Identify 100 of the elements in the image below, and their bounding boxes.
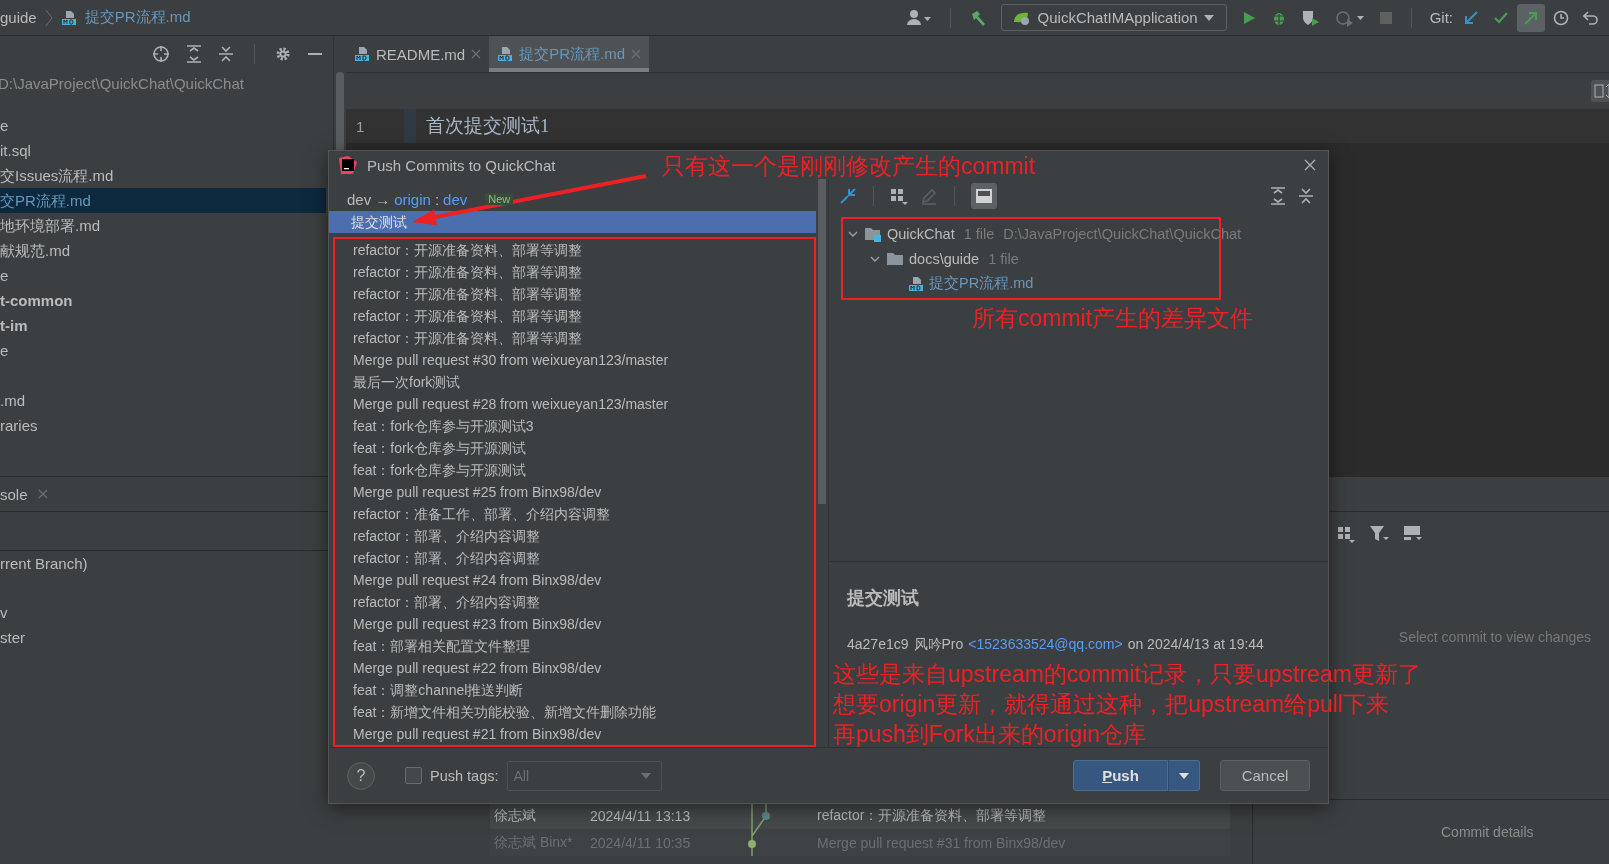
- preview-icon[interactable]: [1403, 525, 1423, 543]
- help-button[interactable]: ?: [347, 761, 375, 790]
- commit-title: 提交测试: [847, 587, 920, 611]
- section-title: Commit details: [1440, 823, 1535, 840]
- log-row[interactable]: 徐志斌 2024/4/11 13:13 refactor：开源准备资料、部署等调整: [490, 802, 1230, 829]
- user-icon[interactable]: [905, 8, 932, 27]
- separator-glyph: :: [434, 190, 440, 208]
- split-view-icon[interactable]: [1591, 80, 1609, 102]
- commit-row[interactable]: refactor：部署、介绍内容调整: [335, 525, 814, 548]
- file-count: 1 file: [963, 225, 995, 242]
- locate-icon[interactable]: [152, 45, 170, 63]
- caret-icon: [1179, 772, 1189, 779]
- commit-row[interactable]: refactor：开源准备资料、部署等调整: [335, 327, 814, 350]
- shield-run-icon[interactable]: [1300, 8, 1321, 27]
- filter-icon[interactable]: [1369, 525, 1389, 543]
- commit-row[interactable]: refactor：部署、介绍内容调整: [335, 547, 814, 570]
- tree-item[interactable]: 地环境部署.md: [0, 213, 326, 238]
- commit-row[interactable]: 提交测试: [329, 211, 816, 234]
- tree-item[interactable]: 交PR流程.md: [0, 188, 326, 213]
- commit-row[interactable]: refactor：部署、介绍内容调整: [335, 591, 814, 614]
- scrollbar-thumb[interactable]: [818, 179, 826, 505]
- commit-row[interactable]: refactor：准备工作、部署、介绍内容调整: [335, 503, 814, 526]
- close-icon[interactable]: [1304, 159, 1316, 172]
- scrollbar-thumb[interactable]: [336, 72, 344, 152]
- commit-row[interactable]: feat：fork仓库参与开源测试: [335, 459, 814, 482]
- commit-row[interactable]: feat：fork仓库参与开源测试3: [335, 415, 814, 438]
- close-icon[interactable]: [37, 489, 48, 499]
- commit-row[interactable]: Merge pull request #24 from Binx98/dev: [335, 569, 814, 592]
- cancel-button[interactable]: Cancel: [1220, 760, 1310, 792]
- down-left-arrow-icon[interactable]: [1463, 9, 1479, 26]
- group-by-icon[interactable]: [890, 187, 908, 206]
- tree-node-label[interactable]: docs\guide: [909, 250, 980, 267]
- commit-row[interactable]: refactor：开源准备资料、部署等调整: [335, 239, 814, 262]
- checkbox-label[interactable]: Push tags:: [430, 767, 499, 784]
- expand-all-icon[interactable]: [1270, 187, 1286, 206]
- commit-row[interactable]: feat：调整channel推送判断: [335, 679, 814, 702]
- log-message: refactor：开源准备资料、部署等调整: [817, 806, 1047, 825]
- collapse-all-icon[interactable]: [1298, 187, 1314, 206]
- collapse-all-icon[interactable]: [218, 45, 234, 63]
- settings-icon[interactable]: [275, 46, 291, 62]
- commit-row[interactable]: feat：部署相关配置文件整理: [335, 635, 814, 658]
- file-count: 1 file: [988, 250, 1019, 267]
- tree-item[interactable]: e: [0, 113, 326, 138]
- commit-author: 风吟Pro: [913, 636, 964, 655]
- markdown-file-icon: [60, 9, 77, 26]
- close-icon[interactable]: [471, 49, 482, 59]
- breadcrumb-item[interactable]: 提交PR流程.md: [84, 8, 191, 27]
- preview-toggle[interactable]: [971, 183, 997, 210]
- markdown-file-icon: [497, 46, 514, 62]
- run-configuration-dropdown[interactable]: QuickChatIMApplication: [1000, 4, 1227, 31]
- annotation-text: 这些是来自upstream的commit记录，只要upstream更新了: [833, 660, 1421, 689]
- author-email-link[interactable]: <1523633524@qq.com>: [968, 636, 1123, 655]
- commit-row[interactable]: Merge pull request #25 from Binx98/dev: [335, 481, 814, 504]
- commit-row[interactable]: refactor：开源准备资料、部署等调整: [335, 305, 814, 328]
- commit-row[interactable]: Merge pull request #21 from Binx98/dev: [335, 723, 814, 746]
- chevron-separator-icon: [44, 7, 53, 28]
- annotation-text: 想要origin更新，就得通过这种，把upstream给pull下来: [833, 690, 1390, 719]
- tree-item[interactable]: t-common: [0, 288, 326, 313]
- push-button[interactable]: [1517, 3, 1545, 32]
- tree-item[interactable]: t-im: [0, 313, 326, 338]
- tree-item[interactable]: it.sql: [0, 138, 326, 163]
- breadcrumb-item[interactable]: guide: [0, 9, 37, 26]
- group-by-icon[interactable]: [1337, 525, 1355, 543]
- commit-row[interactable]: feat：新增文件相关功能校验、新增文件删除功能: [335, 701, 814, 724]
- commit-row[interactable]: Merge pull request #22 from Binx98/dev: [335, 657, 814, 680]
- annotation-text: 再push到Fork出来的origin仓库: [833, 720, 1148, 749]
- module-folder-icon: [864, 225, 882, 242]
- tree-item[interactable]: raries: [0, 413, 326, 438]
- commit-date: on 2024/4/13 at 19:44: [1127, 636, 1264, 655]
- markdown-file-icon: [908, 275, 924, 292]
- push-options-button[interactable]: [1168, 760, 1200, 792]
- dialog-title: Push Commits to QuickChat: [367, 156, 556, 174]
- editor-tab[interactable]: README.md: [346, 36, 490, 72]
- pin-arrows-icon[interactable]: [839, 187, 857, 206]
- code-line: 首次提交测试1: [426, 114, 550, 138]
- commit-row[interactable]: refactor：开源准备资料、部署等调整: [335, 261, 814, 284]
- tree-node-label[interactable]: QuickChat: [887, 225, 955, 242]
- profiler-icon[interactable]: [1334, 8, 1365, 27]
- commit-row[interactable]: Merge pull request #30 from weixueyan123/master: [335, 349, 814, 372]
- commit-row[interactable]: Merge pull request #28 from weixueyan123/master: [335, 393, 814, 416]
- commit-row[interactable]: Merge pull request #23 from Binx98/dev: [335, 613, 814, 636]
- tree-node-label[interactable]: 提交PR流程.md: [929, 274, 1034, 294]
- commit-row[interactable]: 最后一次fork测试: [335, 371, 814, 394]
- tree-item[interactable]: e: [0, 263, 326, 288]
- git-label: Git:: [1429, 9, 1453, 26]
- tree-item[interactable]: 交Issues流程.md: [0, 163, 326, 188]
- arrow-glyph: →: [375, 190, 391, 208]
- commit-row[interactable]: refactor：开源准备资料、部署等调整: [335, 283, 814, 306]
- tree-item[interactable]: e: [0, 338, 326, 363]
- expand-all-icon[interactable]: [186, 45, 202, 63]
- remote-name[interactable]: origin: [394, 190, 431, 208]
- tree-item[interactable]: .md: [0, 388, 326, 413]
- checkbox[interactable]: [405, 767, 422, 785]
- undo-icon[interactable]: [1583, 9, 1599, 26]
- tree-item[interactable]: 献规范.md: [0, 238, 326, 263]
- remote-branch[interactable]: dev: [443, 190, 468, 208]
- tool-tab[interactable]: sole: [0, 477, 56, 511]
- push-button[interactable]: Push: [1073, 760, 1168, 792]
- commit-row[interactable]: feat：fork仓库参与开源测试: [335, 437, 814, 460]
- clock-icon[interactable]: [1553, 9, 1569, 26]
